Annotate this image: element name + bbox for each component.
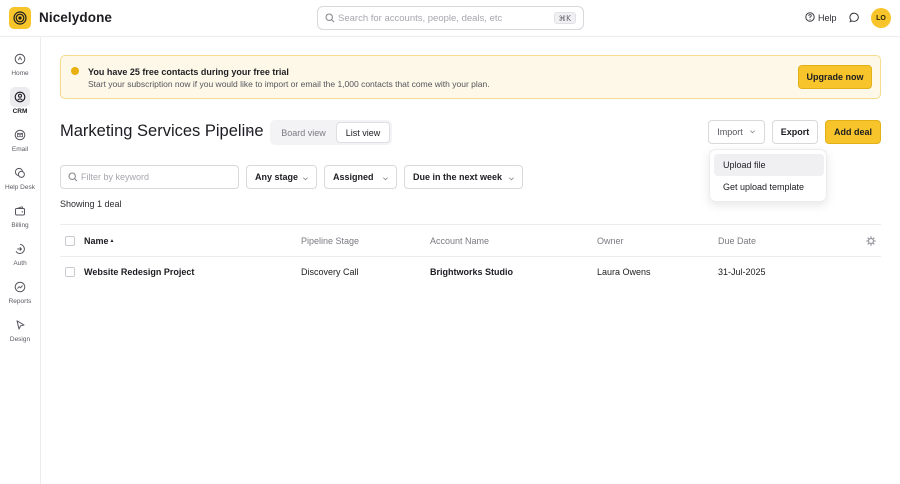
help-button[interactable]: Help [805,12,837,24]
sidebar-item-billing[interactable]: Billing [0,199,40,235]
sidebar: Home CRM Email Help Desk Billing Auth Re… [0,37,41,484]
sidebar-item-reports[interactable]: Reports [0,275,40,311]
import-label: Import [717,127,743,137]
stage-filter-select[interactable]: Any stage [246,165,317,189]
help-desk-icon [10,163,30,183]
banner-title: You have 25 free contacts during your fr… [88,67,289,77]
upgrade-now-button[interactable]: Upgrade now [798,65,872,89]
chevron-down-icon [749,127,756,137]
search-icon [325,13,335,25]
help-circle-icon [805,12,815,24]
user-avatar[interactable]: LO [871,8,891,28]
list-view-button[interactable]: List view [336,122,390,143]
sidebar-item-email[interactable]: Email [0,123,40,159]
sidebar-item-home[interactable]: Home [0,47,40,83]
sidebar-item-label: Home [11,70,29,77]
search-icon [68,172,78,184]
column-header-name[interactable]: Name▲ [84,236,114,246]
table-divider [60,224,881,225]
sidebar-item-label: Email [11,146,29,153]
chevron-down-icon [508,174,515,184]
assigned-filter-value: Assigned [333,172,374,182]
owner-cell: Laura Owens [597,267,651,277]
design-icon [10,315,30,335]
board-view-button[interactable]: Board view [272,122,335,143]
column-header-account-name[interactable]: Account Name [430,236,489,246]
email-icon [10,125,30,145]
sort-ascending-icon: ▲ [109,238,115,244]
home-icon [10,49,30,69]
sidebar-item-auth[interactable]: Auth [0,237,40,273]
pipeline-stage-cell: Discovery Call [301,267,359,277]
sidebar-item-label: Reports [8,298,32,305]
table-divider [60,256,881,257]
banner-text: Start your subscription now if you would… [88,79,490,89]
help-label: Help [818,13,837,23]
due-filter-value: Due in the next week [413,172,503,182]
reports-icon [10,277,30,297]
import-dropdown-menu: Upload file Get upload template [709,149,827,202]
pipeline-title: Marketing Services Pipeline [60,122,264,140]
global-search[interactable]: ⌘K [317,6,584,30]
logo-icon[interactable] [9,7,31,29]
import-button[interactable]: Import [708,120,765,144]
keyword-filter-input[interactable] [81,169,231,185]
stage-filter-value: Any stage [255,172,299,182]
view-toggle: Board view List view [270,120,392,145]
search-shortcut-badge: ⌘K [553,12,576,24]
column-header-due-date[interactable]: Due Date [718,236,756,246]
due-date-cell: 31-Jul-2025 [718,267,766,277]
column-header-owner[interactable]: Owner [597,236,624,246]
add-deal-button[interactable]: Add deal [825,120,881,144]
column-header-pipeline-stage[interactable]: Pipeline Stage [301,236,359,246]
sidebar-item-help-desk[interactable]: Help Desk [0,161,40,197]
sidebar-item-label: Auth [13,260,27,267]
get-upload-template-menu-item[interactable]: Get upload template [714,176,824,198]
chevron-down-icon [382,174,389,184]
results-count: Showing 1 deal [60,199,122,209]
sidebar-item-label: Billing [11,222,29,229]
trial-banner: You have 25 free contacts during your fr… [60,55,881,99]
select-all-checkbox[interactable] [65,236,75,246]
auth-icon [10,239,30,259]
billing-icon [10,201,30,221]
sidebar-item-label: Design [9,336,31,343]
chat-bubble-icon[interactable] [849,12,860,25]
row-checkbox[interactable] [65,267,75,277]
app-name: Nicelydone [39,10,113,25]
keyword-filter[interactable] [60,165,239,189]
chevron-down-icon [302,174,309,184]
sidebar-item-design[interactable]: Design [0,313,40,349]
sidebar-item-crm[interactable]: CRM [0,85,40,121]
top-header: Nicelydone ⌘K Help LO [0,0,900,37]
sidebar-item-label: Help Desk [5,184,35,191]
gear-icon[interactable] [866,236,876,248]
info-dot-icon [71,67,79,75]
upload-file-menu-item[interactable]: Upload file [714,154,824,176]
search-input[interactable] [338,10,548,26]
account-name-cell[interactable]: Brightworks Studio [430,267,513,277]
deal-name-cell[interactable]: Website Redesign Project [84,267,194,277]
export-button[interactable]: Export [772,120,818,144]
assigned-filter-select[interactable]: Assigned [324,165,397,189]
chevron-down-icon[interactable] [245,126,255,138]
crm-icon [10,87,30,107]
sidebar-item-label: CRM [12,108,28,115]
due-date-filter-select[interactable]: Due in the next week [404,165,523,189]
